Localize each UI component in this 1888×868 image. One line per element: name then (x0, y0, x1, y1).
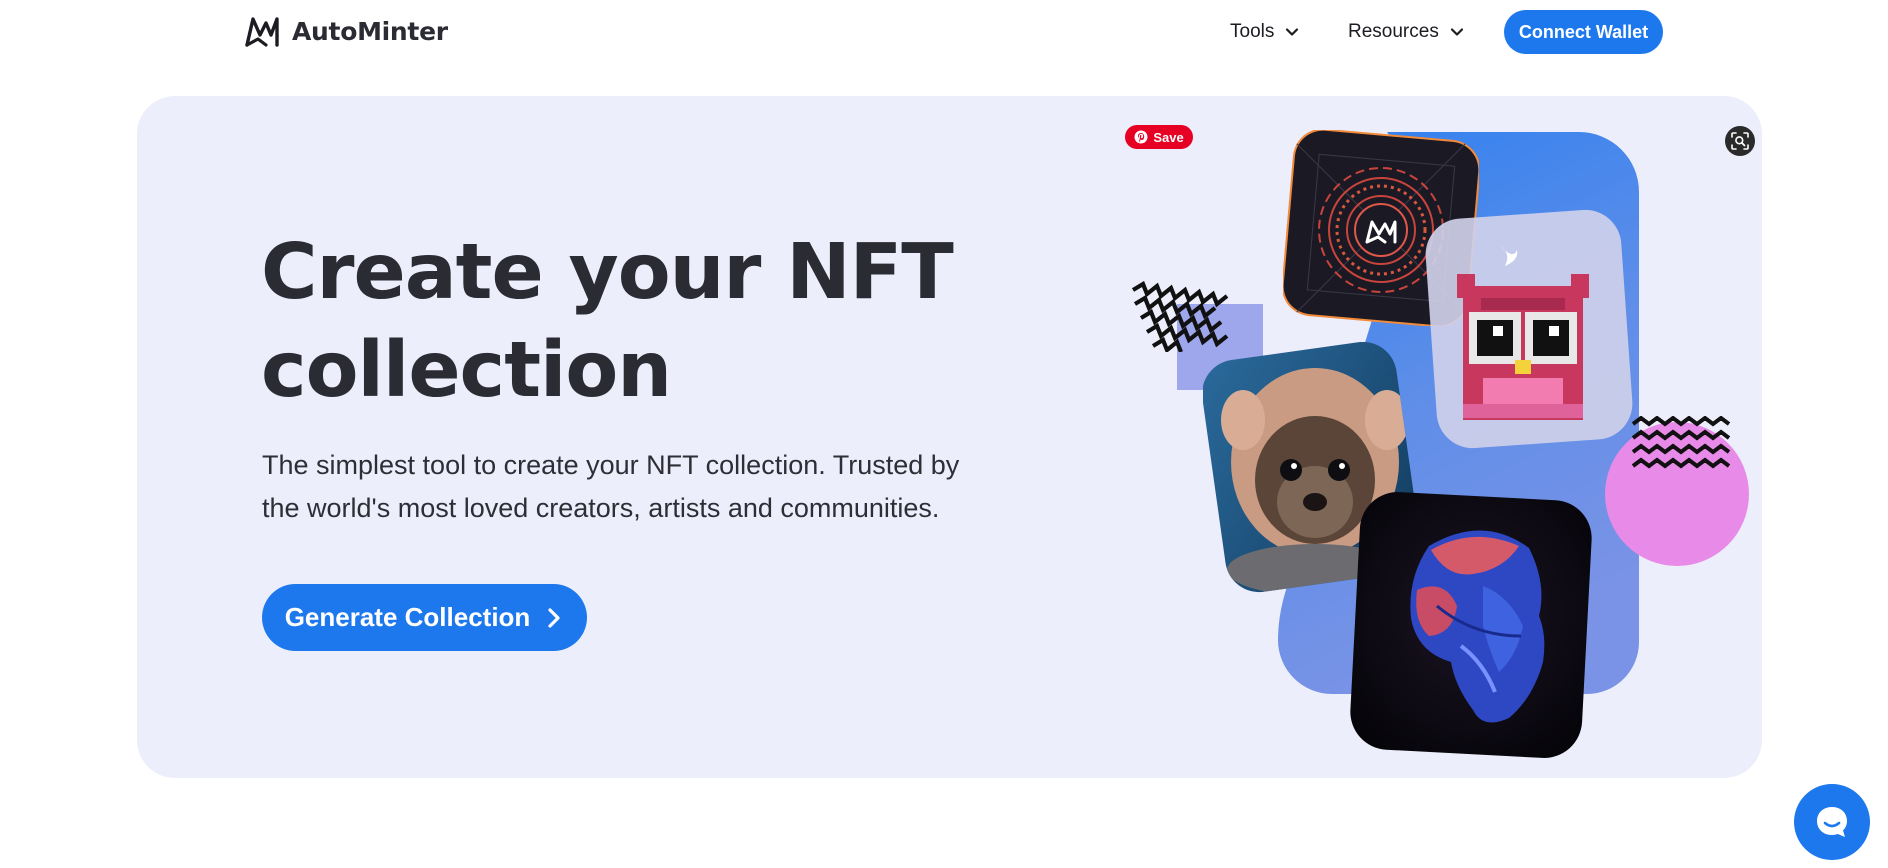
brand-name: AutoMinter (292, 16, 448, 46)
pinterest-icon (1134, 130, 1148, 144)
zigzag-decoration-left (1131, 280, 1229, 352)
pinterest-save-button[interactable]: Save (1125, 125, 1193, 149)
nav-tools-label: Tools (1230, 21, 1275, 42)
hero-subtitle-line2: the world's most loved creators, artists… (262, 493, 940, 523)
chevron-down-icon (1286, 28, 1299, 36)
hero-subtitle-line1: The simplest tool to create your NFT col… (262, 450, 960, 480)
hero-title-line1: Create your NFT (261, 228, 954, 317)
zigzag-decoration-right (1631, 416, 1731, 469)
chat-widget-button[interactable] (1794, 784, 1870, 860)
pinterest-save-label: Save (1153, 129, 1184, 145)
nav-resources[interactable]: Resources (1348, 18, 1465, 46)
site-header: AutoMinter Tools Resources Connect Walle… (0, 0, 1888, 64)
chat-bubble-icon (1817, 807, 1847, 837)
hero-section: Create your NFT collection The simplest … (137, 96, 1762, 778)
nft-card-sculpture-head (1350, 492, 1592, 758)
hero-title: Create your NFT collection (261, 224, 1021, 420)
chevron-down-icon (1450, 28, 1463, 36)
visual-search-icon (1731, 132, 1749, 150)
generate-collection-button[interactable]: Generate Collection (262, 584, 587, 651)
autominter-logo-icon (245, 17, 279, 47)
brand-logo-link[interactable]: AutoMinter (244, 12, 448, 50)
hero-subtitle: The simplest tool to create your NFT col… (262, 444, 1022, 530)
generate-collection-label: Generate Collection (284, 602, 531, 632)
connect-wallet-button[interactable]: Connect Wallet (1504, 10, 1663, 54)
hero-title-line2: collection (261, 326, 672, 415)
visual-search-button[interactable] (1725, 126, 1755, 156)
nav-tools[interactable]: Tools (1230, 18, 1300, 46)
nav-resources-label: Resources (1348, 21, 1439, 42)
chevron-right-icon (548, 607, 560, 628)
